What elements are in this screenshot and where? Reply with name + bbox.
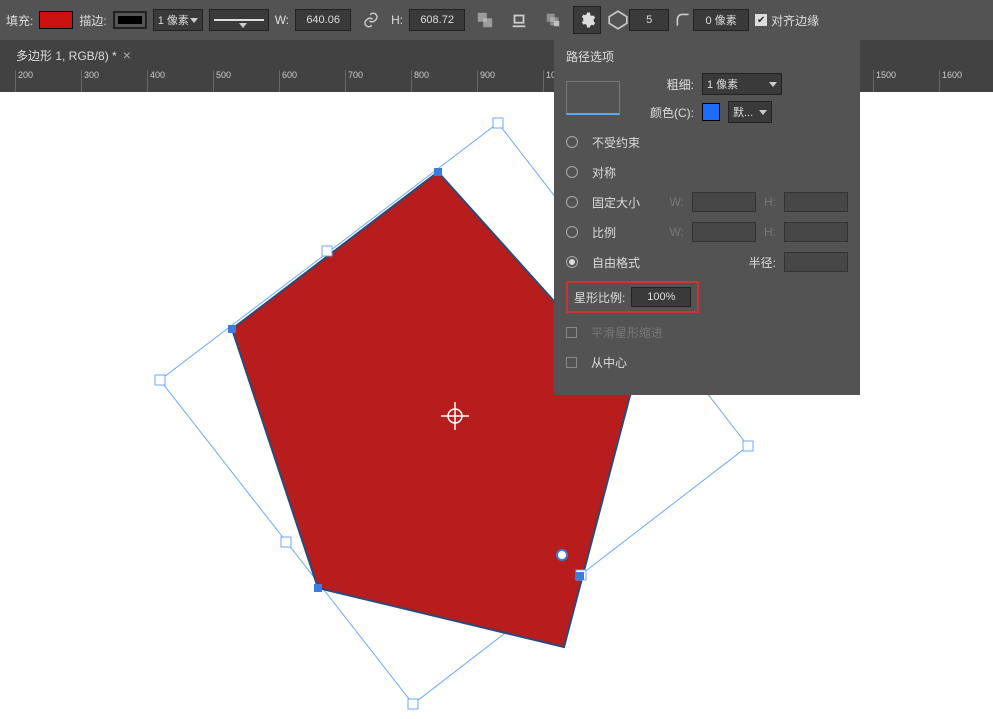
chevron-down-icon (769, 78, 777, 90)
height-input[interactable] (409, 9, 465, 31)
ruler-tick: 1600 (939, 70, 962, 92)
prop-h-label: H: (764, 225, 776, 239)
prop-h-input[interactable] (784, 222, 848, 242)
color-select[interactable]: 默... (728, 101, 772, 123)
stroke-label: 描边: (79, 12, 106, 29)
corner-radius-icon (675, 12, 691, 28)
corner-radius-group (675, 9, 749, 31)
stroke-width-value: 1 像素 (158, 12, 189, 28)
path-align-icon[interactable] (505, 6, 533, 34)
star-ratio-input[interactable] (631, 287, 691, 307)
options-toolbar: 填充: 描边: 1 像素 W: H: ✔ 对齐边缘 (0, 0, 993, 40)
path-operations-icon[interactable] (471, 6, 499, 34)
freeform-radius-label: 半径: (749, 254, 776, 271)
radio-unconstrained[interactable]: 不受约束 (566, 131, 848, 153)
ruler-tick: 900 (477, 70, 495, 92)
path-thumbnail[interactable] (566, 81, 620, 115)
ruler-tick: 500 (213, 70, 231, 92)
align-edges-checkbox[interactable]: ✔ 对齐边缘 (755, 12, 819, 29)
ruler-tick: 200 (15, 70, 33, 92)
freeform-radius-input[interactable] (784, 252, 848, 272)
ruler-tick: 700 (345, 70, 363, 92)
chevron-down-icon (190, 14, 198, 26)
radio-symmetric[interactable]: 对称 (566, 161, 848, 183)
from-center-checkbox[interactable]: 从中心 (566, 351, 848, 373)
radio-freeform[interactable]: 自由格式 半径: (566, 251, 848, 273)
ruler-tick: 400 (147, 70, 165, 92)
radio-fixed-size[interactable]: 固定大小 W: H: (566, 191, 848, 213)
ruler-tick: 800 (411, 70, 429, 92)
fill-color-swatch[interactable] (39, 11, 73, 29)
path-options-panel: 路径选项 粗细: 1 像素 颜色(C): 默... 不受约束 (554, 40, 860, 395)
ruler-tick: 300 (81, 70, 99, 92)
gear-icon[interactable] (573, 6, 601, 34)
star-ratio-label: 星形比例: (574, 289, 625, 306)
star-ratio-group: 星形比例: (566, 281, 699, 313)
polygon-sides-input[interactable] (629, 9, 669, 31)
fixed-w-label: W: (670, 195, 684, 209)
chevron-down-icon (239, 19, 264, 21)
width-label: W: (275, 13, 289, 27)
chevron-down-icon (759, 106, 767, 118)
thickness-label: 粗细: (636, 76, 694, 93)
stroke-color-swatch[interactable] (113, 11, 147, 29)
smooth-indent-checkbox: 平滑星形缩进 (566, 321, 848, 343)
polygon-sides-group (607, 9, 669, 31)
prop-w-input[interactable] (692, 222, 756, 242)
fixed-w-input[interactable] (692, 192, 756, 212)
path-arrange-icon[interactable] (539, 6, 567, 34)
height-label: H: (391, 13, 403, 27)
stroke-style-select[interactable] (209, 9, 269, 31)
document-tab[interactable]: 多边形 1, RGB/8) * × (8, 40, 139, 70)
checkmark-icon: ✔ (755, 14, 767, 26)
corner-radius-input[interactable] (693, 9, 749, 31)
radio-proportion[interactable]: 比例 W: H: (566, 221, 848, 243)
link-wh-icon[interactable] (357, 6, 385, 34)
thickness-select[interactable]: 1 像素 (702, 73, 782, 95)
width-input[interactable] (295, 9, 351, 31)
ruler-tick: 600 (279, 70, 297, 92)
align-edges-label: 对齐边缘 (771, 12, 819, 29)
fixed-h-input[interactable] (784, 192, 848, 212)
document-tab-title: 多边形 1, RGB/8) * (16, 47, 117, 64)
ruler-tick: 1500 (873, 70, 896, 92)
prop-w-label: W: (670, 225, 684, 239)
fill-label: 填充: (6, 12, 33, 29)
thickness-value: 1 像素 (707, 76, 738, 92)
color-label: 颜色(C): (636, 104, 694, 121)
origin-anchor[interactable] (557, 550, 567, 560)
color-value: 默... (733, 104, 753, 120)
path-color-swatch[interactable] (702, 103, 720, 121)
panel-title: 路径选项 (566, 48, 848, 65)
polygon-sides-icon (607, 9, 629, 31)
stroke-width-select[interactable]: 1 像素 (153, 9, 203, 31)
fixed-h-label: H: (764, 195, 776, 209)
close-icon[interactable]: × (123, 47, 131, 63)
